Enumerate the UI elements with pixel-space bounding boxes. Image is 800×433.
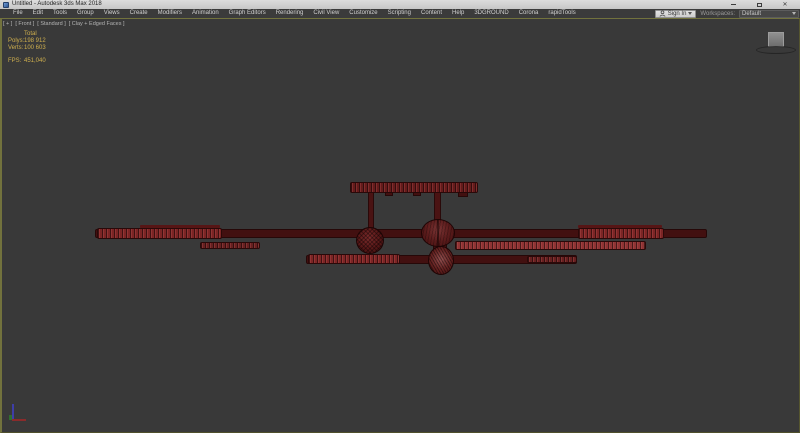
menu-bar: File Edit Tools Group Views Create Modif…	[0, 9, 800, 18]
menu-create[interactable]: Create	[125, 9, 153, 18]
model-engine-left	[356, 227, 384, 254]
model-top-wing-tab-3	[458, 192, 468, 197]
fps-label: FPS:	[8, 58, 22, 64]
restore-icon	[756, 2, 762, 7]
title-bar: Untitled - Autodesk 3ds Max 2018	[0, 0, 800, 9]
sign-in-button[interactable]: Sign In	[654, 9, 697, 18]
verts-value: 100 603	[24, 45, 46, 51]
user-icon	[659, 10, 666, 17]
fps-value: 451,040	[24, 58, 46, 64]
model-top-wing-tab-1	[385, 192, 393, 196]
menu-tools[interactable]: Tools	[48, 9, 72, 18]
viewport-menu-renderer[interactable]: [ Standard ]	[37, 21, 65, 27]
viewport-front[interactable]: [ + ] [ Front ] [ Standard ] [ Clay + Ed…	[0, 18, 800, 433]
viewport-label: [ + ] [ Front ] [ Standard ] [ Clay + Ed…	[3, 21, 125, 27]
stats-polys-row: Polys: 198 912	[8, 38, 46, 45]
model-wing-rib-left	[97, 228, 222, 239]
statistics-overlay: Total Polys: 198 912 Verts: 100 603 FPS:…	[8, 31, 46, 65]
stats-fps-row: FPS: 451,040	[8, 58, 46, 65]
menu-views[interactable]: Views	[99, 9, 125, 18]
close-button[interactable]: ✕	[778, 0, 792, 9]
axis-x-icon	[12, 419, 26, 421]
menu-file[interactable]: File	[8, 9, 28, 18]
menu-corona[interactable]: Corona	[514, 9, 544, 18]
chevron-down-icon	[792, 12, 796, 15]
minimize-button[interactable]	[726, 0, 740, 9]
menu-modifiers[interactable]: Modifiers	[153, 9, 187, 18]
menu-graph-editors[interactable]: Graph Editors	[224, 9, 271, 18]
viewcube-compass-ring	[756, 46, 796, 54]
menu-content[interactable]: Content	[416, 9, 447, 18]
menu-edit[interactable]: Edit	[28, 9, 48, 18]
viewport-menu-pov[interactable]: [ Front ]	[15, 21, 34, 27]
window-title: Untitled - Autodesk 3ds Max 2018	[12, 1, 102, 7]
menu-customize[interactable]: Customize	[344, 9, 382, 18]
model-wing-rib-right	[578, 228, 664, 239]
stats-total-header: Total	[24, 31, 37, 37]
model-strut-right	[434, 191, 441, 222]
model-mid-bar-right	[455, 241, 646, 250]
3ds-max-app-icon	[3, 1, 9, 8]
close-icon: ✕	[782, 1, 788, 8]
model-engine-center-upper	[421, 219, 455, 247]
workspace-dropdown[interactable]: Default	[739, 9, 799, 18]
viewport-menu-shading[interactable]: [ Clay + Edged Faces ]	[69, 21, 125, 27]
model-lower-wing-rib-left	[308, 254, 400, 264]
verts-label: Verts:	[8, 45, 24, 51]
chevron-down-icon	[688, 12, 693, 15]
polys-label: Polys:	[8, 38, 25, 44]
menu-animation[interactable]: Animation	[187, 9, 224, 18]
menu-help[interactable]: Help	[447, 9, 469, 18]
menu-rapidtools[interactable]: rapidTools	[543, 9, 580, 18]
model-lower-wing-rib-right	[527, 256, 577, 263]
axis-y-icon	[9, 415, 12, 420]
menu-3dground[interactable]: 3DGROUND	[469, 9, 513, 18]
model-engine-center-lower	[428, 246, 454, 275]
menu-scripting[interactable]: Scripting	[383, 9, 416, 18]
restore-button[interactable]	[752, 0, 766, 9]
model-strut-left	[368, 191, 374, 231]
menu-rendering[interactable]: Rendering	[271, 9, 309, 18]
menu-civil-view[interactable]: Civil View	[308, 9, 344, 18]
workspace-value: Default	[742, 10, 762, 17]
sign-in-label: Sign In	[667, 10, 687, 17]
viewport-menu-general[interactable]: [ + ]	[3, 21, 12, 27]
polys-value: 198 912	[24, 38, 46, 44]
workspaces-label: Workspaces:	[700, 10, 735, 17]
viewcube[interactable]	[768, 32, 784, 47]
model-top-wing-tab-2	[413, 192, 421, 196]
model-mid-bar-left	[200, 242, 260, 249]
menu-group[interactable]: Group	[72, 9, 99, 18]
minimize-icon	[730, 4, 736, 5]
stats-verts-row: Verts: 100 603	[8, 45, 46, 52]
